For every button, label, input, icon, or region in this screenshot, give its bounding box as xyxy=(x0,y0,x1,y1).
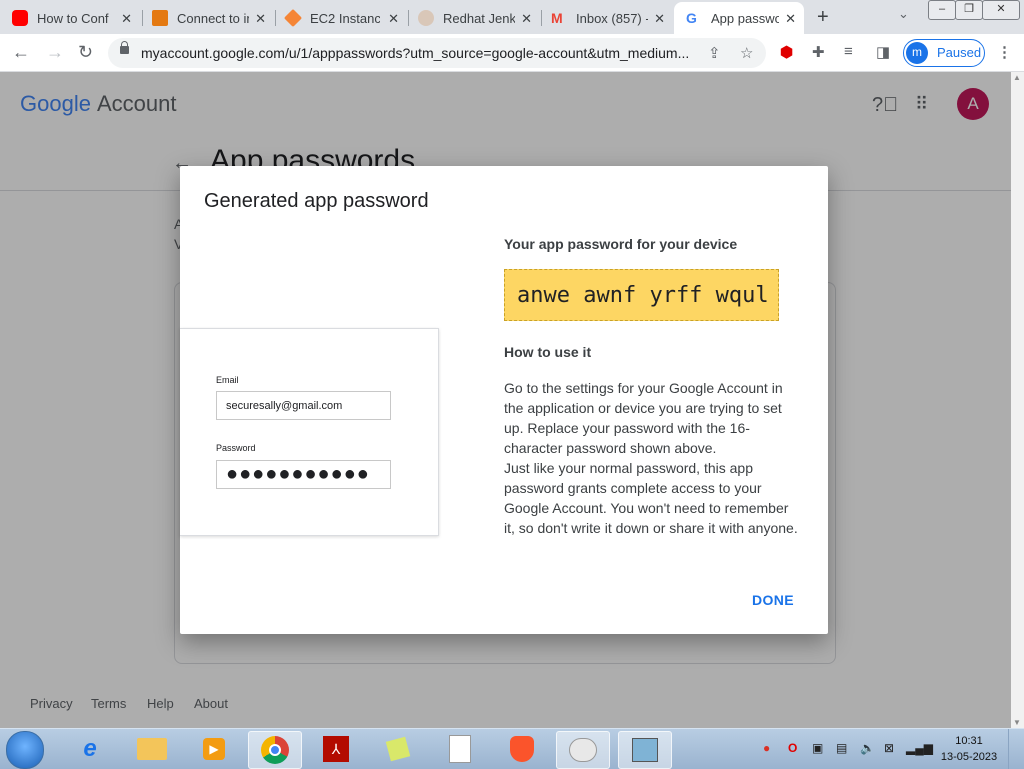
close-window-button[interactable]: ✕ xyxy=(982,0,1020,20)
brave-icon[interactable] xyxy=(496,731,548,767)
tab-search-icon[interactable]: ⌄ xyxy=(898,6,909,22)
signal-icon[interactable]: ▂▄▆ xyxy=(906,741,933,755)
tab-separator xyxy=(408,10,409,26)
tab-separator xyxy=(541,10,542,26)
close-icon[interactable]: ✕ xyxy=(654,11,665,27)
minimize-button[interactable]: – xyxy=(928,0,956,20)
tab-jenkins[interactable]: Redhat Jenki ✕ xyxy=(418,4,540,32)
close-icon[interactable]: ✕ xyxy=(121,11,132,27)
show-desktop-button[interactable] xyxy=(1008,729,1024,769)
password-label: Password xyxy=(216,443,256,453)
done-button[interactable]: DONE xyxy=(752,592,794,608)
close-icon[interactable]: ✕ xyxy=(521,11,532,27)
share-icon[interactable]: ⇪ xyxy=(708,44,721,62)
windows-taskbar: e ▶ ⅄ ● O ▣ ▤ 🔈 ⊠ ▂▄▆ 10:31 13-05-2023 xyxy=(0,728,1024,769)
paint-icon[interactable] xyxy=(556,731,610,769)
device-heading: Your app password for your device xyxy=(504,236,738,252)
url-text[interactable]: myaccount.google.com/u/1/apppasswords?ut… xyxy=(141,45,701,61)
chrome-icon[interactable] xyxy=(248,731,302,769)
email-field: securesally@gmail.com xyxy=(216,391,391,420)
profile-chip[interactable]: m Paused xyxy=(903,39,985,67)
page-scrollbar[interactable] xyxy=(1011,72,1024,728)
notepad-icon[interactable] xyxy=(434,731,486,767)
google-icon: G xyxy=(686,10,697,26)
ie-icon[interactable]: e xyxy=(64,731,116,767)
clock-time: 10:31 xyxy=(955,735,983,747)
jenkins-icon xyxy=(418,10,434,26)
clock-date: 13-05-2023 xyxy=(940,751,998,763)
gmail-icon: M xyxy=(551,10,563,26)
close-icon[interactable]: ✕ xyxy=(785,11,796,27)
network-icon[interactable]: ⊠ xyxy=(884,741,894,755)
password-field: ●●●●●●●●●●● xyxy=(216,460,391,489)
email-label: Email xyxy=(216,375,239,385)
file-explorer-icon[interactable] xyxy=(126,731,178,767)
tab-separator xyxy=(275,10,276,26)
aws-icon xyxy=(152,10,168,26)
tab-title: Connect to in xyxy=(177,10,249,26)
tab-youtube[interactable]: How to Conf ✕ xyxy=(12,4,140,32)
reload-icon[interactable]: ↻ xyxy=(78,42,93,63)
tray-app-icon[interactable]: ● xyxy=(763,741,770,755)
side-panel-icon[interactable]: ◨ xyxy=(876,43,890,61)
profile-avatar: m xyxy=(906,42,928,64)
howto-heading: How to use it xyxy=(504,344,592,360)
address-bar[interactable]: myaccount.google.com/u/1/apppasswords?ut… xyxy=(108,38,766,68)
instructions-paragraph: Go to the settings for your Google Accou… xyxy=(504,380,783,456)
sticky-notes-icon[interactable] xyxy=(372,731,424,767)
back-icon[interactable]: ← xyxy=(12,42,30,63)
tab-ec2[interactable]: EC2 Instance ✕ xyxy=(283,4,407,32)
tab-strip: How to Conf ✕ Connect to in ✕ EC2 Instan… xyxy=(0,0,1024,34)
extensions-puzzle-icon[interactable]: ✚ xyxy=(812,43,825,61)
adblock-extension-icon[interactable]: ⬢ xyxy=(780,43,793,61)
close-icon[interactable]: ✕ xyxy=(388,11,399,27)
new-tab-button[interactable]: + xyxy=(817,6,829,29)
tab-title: How to Conf xyxy=(37,10,109,26)
tab-title: Inbox (857) - xyxy=(576,10,648,26)
tab-connect[interactable]: Connect to in ✕ xyxy=(152,4,274,32)
login-illustration: Email securesally@gmail.com Password ●●●… xyxy=(180,328,439,536)
tab-app-passwords[interactable]: G App passwor ✕ xyxy=(674,2,804,34)
editor-icon[interactable] xyxy=(618,731,672,769)
acrobat-icon[interactable]: ⅄ xyxy=(310,731,362,767)
start-button[interactable] xyxy=(6,731,44,769)
taskbar-clock[interactable]: 10:31 13-05-2023 xyxy=(940,733,998,765)
forward-icon[interactable]: → xyxy=(46,42,64,63)
app-password-value[interactable]: anwe awnf yrff wqul xyxy=(504,269,779,321)
tab-title: App passwor xyxy=(711,10,779,26)
close-icon[interactable]: ✕ xyxy=(255,11,266,27)
page-content: Google Account ?⃝ ⠿ A ← App passwords A V… xyxy=(0,72,1011,728)
youtube-icon xyxy=(12,10,28,26)
tab-title: EC2 Instance xyxy=(310,10,380,26)
tab-separator xyxy=(142,10,143,26)
volume-icon[interactable]: 🔈 xyxy=(860,741,875,755)
instructions-paragraph: Just like your normal password, this app… xyxy=(504,460,798,536)
ec2-icon xyxy=(283,8,303,28)
tray-window-icon[interactable]: ▣ xyxy=(812,741,823,755)
media-player-icon[interactable]: ▶ xyxy=(188,731,240,767)
tab-title: Redhat Jenki xyxy=(443,10,515,26)
tab-gmail[interactable]: M Inbox (857) - ✕ xyxy=(551,4,673,32)
browser-toolbar: ← → ↻ myaccount.google.com/u/1/apppasswo… xyxy=(0,34,1024,72)
profile-status: Paused xyxy=(937,45,982,60)
opera-tray-icon[interactable]: O xyxy=(788,741,797,755)
menu-kebab-icon[interactable]: ⋮ xyxy=(997,43,1012,61)
tray-device-icon[interactable]: ▤ xyxy=(836,741,847,755)
maximize-button[interactable]: ❐ xyxy=(955,0,983,20)
dialog-title: Generated app password xyxy=(204,190,429,212)
media-control-icon[interactable]: ≡ xyxy=(844,43,853,60)
lock-icon[interactable] xyxy=(120,41,129,54)
instructions: Go to the settings for your Google Accou… xyxy=(504,378,802,538)
generated-password-dialog: Generated app password Email securesally… xyxy=(180,166,828,634)
bookmark-star-icon[interactable]: ☆ xyxy=(740,44,753,62)
